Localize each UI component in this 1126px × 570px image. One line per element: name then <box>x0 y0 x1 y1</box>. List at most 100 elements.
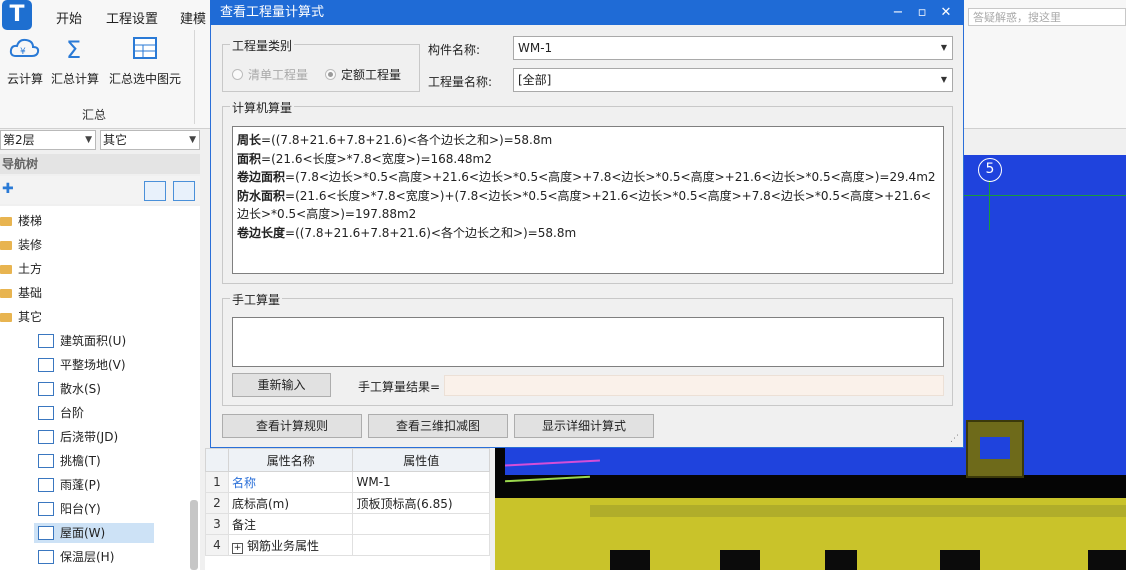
minimize-icon[interactable]: − <box>886 0 910 25</box>
tree-item-post-pour-strip[interactable]: 后浇带(JD) <box>38 426 118 448</box>
app-logo-icon[interactable]: T <box>2 0 32 30</box>
grid-axis-line <box>963 195 1126 196</box>
prop-name-header: 属性名称 <box>227 448 354 472</box>
tree-item-apron[interactable]: 散水(S) <box>38 378 101 400</box>
grid-view-icon[interactable] <box>173 181 195 201</box>
apron-icon <box>38 382 54 396</box>
prop-value[interactable] <box>352 534 490 556</box>
component-name-select[interactable]: WM-1 ▼ <box>513 36 953 60</box>
manual-result-field[interactable] <box>444 375 944 396</box>
folder-icon <box>0 313 12 322</box>
add-icon[interactable]: ✚ <box>2 181 14 197</box>
insulation-icon <box>38 550 54 564</box>
grid-axis-line <box>989 180 990 230</box>
tree-folder-foundation[interactable]: 基础 <box>0 282 42 304</box>
formula-line: 面积=(21.6<长度>*7.8<宽度>)=168.48m2 <box>237 151 492 166</box>
radio-selected-icon <box>325 69 336 80</box>
wall-top-edge <box>590 505 1126 517</box>
cloud-calc-label: 云计算 <box>6 72 43 86</box>
tree-item-steps[interactable]: 台阶 <box>38 402 84 424</box>
window-opening <box>1088 550 1126 570</box>
tree-folder-other[interactable]: 其它 <box>0 306 42 328</box>
view-3d-deduction-button[interactable]: 查看三维扣减图 <box>368 414 508 438</box>
canopy-icon <box>38 478 54 492</box>
reenter-button[interactable]: 重新输入 <box>232 373 331 397</box>
show-detail-formula-button[interactable]: 显示详细计算式 <box>514 414 654 438</box>
table-row[interactable]: 2 底标高(m) 顶板顶标高(6.85) <box>205 492 490 514</box>
dialog-title-bar[interactable]: 查看工程量计算式 <box>210 0 964 25</box>
steps-icon <box>38 406 54 420</box>
property-table: 属性名称 属性值 1 名称 WM-1 2 底标高(m) 顶板顶标高(6.85) … <box>205 448 490 556</box>
ribbon-divider <box>194 30 195 124</box>
tree-folder-decoration[interactable]: 装修 <box>0 234 42 256</box>
prop-value[interactable]: 顶板顶标高(6.85) <box>352 492 490 514</box>
window-opening <box>825 550 857 570</box>
qty-name-label: 工程量名称: <box>428 75 493 89</box>
summary-calc-button[interactable]: Σ 汇总计算 <box>50 34 100 87</box>
ribbon-group-label: 汇总 <box>82 108 107 122</box>
prop-value[interactable] <box>352 513 490 535</box>
floor-select[interactable]: 第2层 ▼ <box>0 130 96 150</box>
tree-folder-stairs[interactable]: 楼梯 <box>0 210 42 232</box>
table-row[interactable]: 1 名称 WM-1 <box>205 471 490 493</box>
chevron-down-icon: ▼ <box>189 135 196 145</box>
view-rules-button[interactable]: 查看计算规则 <box>222 414 362 438</box>
prop-name: + 钢筋业务属性 <box>227 534 354 556</box>
category-select[interactable]: 其它 ▼ <box>100 130 200 150</box>
tab-project-settings[interactable]: 工程设置 <box>106 8 158 27</box>
post-pour-strip-icon <box>38 430 54 444</box>
tab-start[interactable]: 开始 <box>56 8 82 27</box>
table-row[interactable]: 3 备注 <box>205 513 490 535</box>
tree-item-eaves[interactable]: 挑檐(T) <box>38 450 101 472</box>
formula-line: 周长=((7.8+21.6+7.8+21.6)<各个边长之和>)=58.8m <box>237 133 553 147</box>
tree-item-balcony[interactable]: 阳台(Y) <box>38 498 101 520</box>
window-opening <box>610 550 650 570</box>
resize-grip-icon[interactable]: ⋰ <box>950 434 959 444</box>
chevron-down-icon: ▼ <box>940 75 947 84</box>
prop-name: 底标高(m) <box>227 492 354 514</box>
radio-quota-qty[interactable]: 定额工程量 <box>325 66 401 83</box>
tree-scrollbar[interactable] <box>190 500 198 570</box>
folder-icon <box>0 217 12 226</box>
site-leveling-icon <box>38 358 54 372</box>
qty-name-select[interactable]: [全部] ▼ <box>513 68 953 92</box>
computer-calc-label: 计算机算量 <box>230 99 295 116</box>
manual-calc-input[interactable] <box>232 317 944 367</box>
close-icon[interactable]: ✕ <box>934 0 958 25</box>
chevron-down-icon: ▼ <box>940 43 947 52</box>
summary-selected-button[interactable]: 汇总选中图元 <box>106 34 184 87</box>
formula-textarea[interactable]: 周长=((7.8+21.6+7.8+21.6)<各个边长之和>)=58.8m 面… <box>232 126 944 274</box>
nav-toolbar <box>0 176 200 204</box>
tree-item-site-leveling[interactable]: 平整场地(V) <box>38 354 126 376</box>
table-row[interactable]: 4 + 钢筋业务属性 <box>205 534 490 556</box>
prop-value-header: 属性值 <box>352 448 490 472</box>
axis-label: 5 <box>978 158 1002 182</box>
manual-calc-label: 手工算量 <box>230 291 283 308</box>
folder-icon <box>0 265 12 274</box>
qty-category-label: 工程量类别 <box>230 37 295 54</box>
tree-item-building-area[interactable]: 建筑面积(U) <box>38 330 126 352</box>
roof-icon <box>38 526 54 540</box>
prop-value[interactable]: WM-1 <box>352 471 490 493</box>
expand-icon[interactable]: + <box>232 542 243 554</box>
tree-item-canopy[interactable]: 雨蓬(P) <box>38 474 101 496</box>
formula-line: 防水面积=(21.6<长度>*7.8<宽度>)+(7.8<边长>*0.5<高度>… <box>237 188 931 222</box>
component-name-label: 构件名称: <box>428 43 481 57</box>
tree-folder-earthwork[interactable]: 土方 <box>0 258 42 280</box>
tab-modeling[interactable]: 建模 <box>180 8 206 27</box>
svg-text:Σ: Σ <box>66 36 81 64</box>
cloud-calc-button[interactable]: ¥ 云计算 <box>0 34 50 87</box>
formula-line: 卷边长度=((7.8+21.6+7.8+21.6)<各个边长之和>)=58.8m <box>237 225 577 240</box>
tree-item-insulation[interactable]: 保温层(H) <box>38 546 114 568</box>
building-area-icon <box>38 334 54 348</box>
search-input[interactable]: 答疑解惑，搜这里 <box>968 8 1126 26</box>
summary-selected-label: 汇总选中图元 <box>108 72 181 86</box>
eaves-icon <box>38 454 54 468</box>
prop-name: 名称 <box>227 471 354 493</box>
manual-result-label: 手工算量结果= <box>358 380 441 394</box>
maximize-icon[interactable]: ▫ <box>910 0 934 25</box>
tree-item-roof[interactable]: 屋面(W) <box>38 522 105 544</box>
folder-icon <box>0 241 12 250</box>
list-view-icon[interactable] <box>144 181 166 201</box>
property-panel: 属性名称 属性值 1 名称 WM-1 2 底标高(m) 顶板顶标高(6.85) … <box>205 448 490 570</box>
